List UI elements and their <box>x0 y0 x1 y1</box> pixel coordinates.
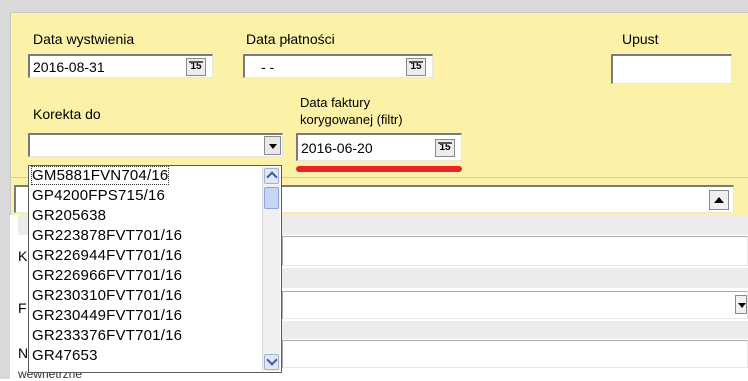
k-field[interactable] <box>282 236 748 266</box>
discount-field[interactable] <box>611 54 732 84</box>
gray-band <box>282 268 748 288</box>
issue-date-label: Data wystwienia <box>33 31 135 47</box>
list-item[interactable]: GR230310FVT701/16 <box>32 287 182 304</box>
list-item[interactable]: GR226966FVT701/16 <box>32 267 182 284</box>
issue-date-field[interactable]: 2016-08-31 15 <box>28 54 213 78</box>
list-item[interactable]: GR47653 <box>32 347 98 364</box>
list-item[interactable]: GM5881FVN704/16 <box>30 166 170 185</box>
chevron-down-icon[interactable] <box>264 136 281 155</box>
correction-dropdown-list[interactable]: GM5881FVN704/16 GP4200FPS715/16 GR205638… <box>28 165 282 373</box>
n-field[interactable] <box>282 340 748 368</box>
payment-date-field[interactable]: - - 15 <box>243 54 433 78</box>
calendar-icon[interactable]: 15 <box>186 58 206 76</box>
correction-select[interactable] <box>28 133 283 157</box>
corrected-date-value: 2016-06-20 <box>301 140 373 156</box>
list-item[interactable]: GR223878FVT701/16 <box>32 227 182 244</box>
n-label: N <box>18 345 29 361</box>
scroll-down-icon[interactable] <box>264 354 279 370</box>
f-label: F <box>18 300 27 316</box>
corrected-date-label-2: korygowanej (filtr) <box>300 112 403 127</box>
left-border <box>0 0 10 379</box>
corrected-date-field[interactable]: 2016-06-20 15 <box>296 133 462 161</box>
k-label: K <box>18 248 28 264</box>
issue-date-value: 2016-08-31 <box>33 59 105 75</box>
payment-date-label: Data płatności <box>246 31 335 47</box>
corrected-date-label-1: Data faktury <box>300 95 371 110</box>
list-item[interactable]: GR233376FVT701/16 <box>32 327 182 344</box>
correction-label: Korekta do <box>33 106 101 122</box>
highlight-underline <box>296 166 462 172</box>
scroll-up-icon[interactable] <box>264 168 279 184</box>
top-border <box>0 0 748 12</box>
calendar-icon[interactable]: 15 <box>406 58 426 76</box>
list-item[interactable]: GR230449FVT701/16 <box>32 307 182 324</box>
discount-label: Upust <box>622 31 659 47</box>
payment-date-value: - - <box>261 59 275 75</box>
chevron-down-icon[interactable] <box>735 295 747 314</box>
f-select[interactable] <box>282 291 748 319</box>
chevron-up-icon[interactable] <box>709 190 729 210</box>
scrollbar[interactable] <box>262 167 280 371</box>
list-item[interactable]: GR226944FVT701/16 <box>32 247 182 264</box>
gray-band-2 <box>282 321 748 339</box>
list-item[interactable]: GR205638 <box>32 207 106 224</box>
list-item[interactable]: GP4200FPS715/16 <box>32 187 165 204</box>
scrollbar-thumb[interactable] <box>264 187 279 209</box>
calendar-icon[interactable]: 15 <box>435 139 455 157</box>
